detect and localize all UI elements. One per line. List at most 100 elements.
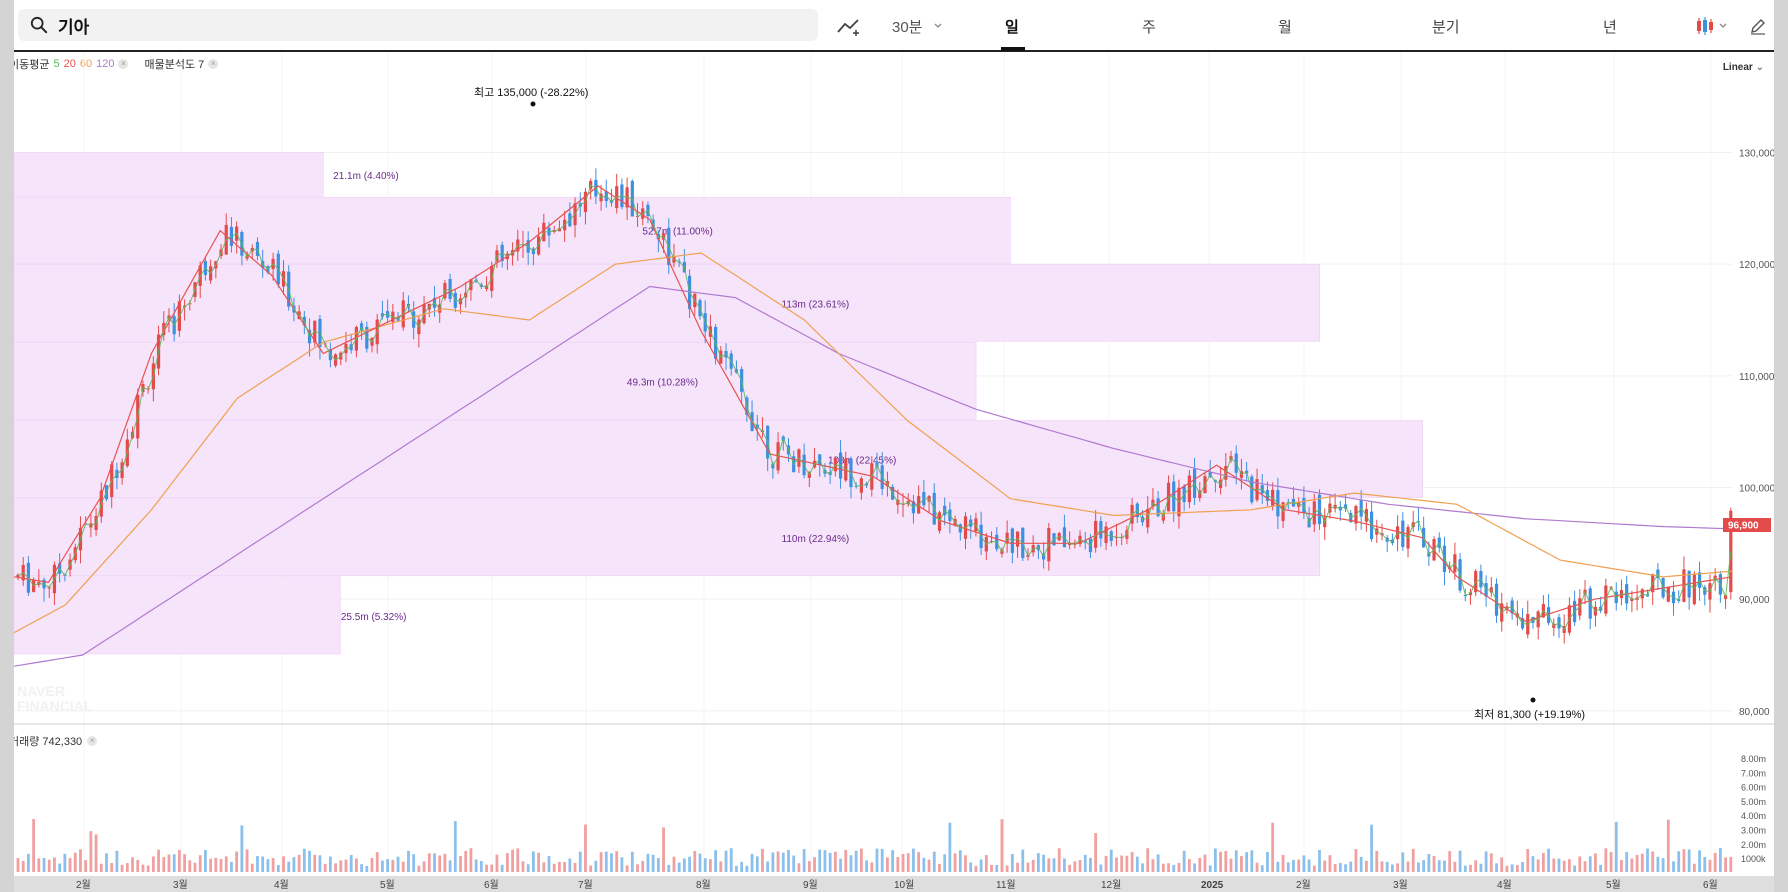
volume-bar: [1599, 864, 1603, 872]
volume-bar: [1036, 853, 1040, 872]
volume-bar: [172, 854, 176, 872]
volume-bar: [703, 858, 707, 872]
volume-bar: [370, 858, 374, 872]
volume-bar: [443, 853, 447, 872]
volume-bar: [1505, 865, 1509, 872]
volume-bar: [1125, 855, 1129, 872]
volume-bar: [505, 853, 509, 872]
volume-bar: [1541, 853, 1545, 872]
volume-bar: [797, 863, 801, 872]
volume-bar: [1172, 864, 1176, 872]
volume-legend: 거래량 742,330 ×: [14, 733, 98, 749]
volume-bar: [537, 852, 541, 872]
time-tick-label: 4월: [274, 879, 289, 891]
volume-bar: [412, 854, 416, 872]
volume-bar: [365, 865, 369, 872]
volume-bar: [958, 850, 962, 872]
volume-bar: [839, 858, 842, 872]
volume-bar: [1718, 848, 1722, 872]
volume-bar: [1609, 852, 1613, 872]
volume-bar: [219, 858, 223, 872]
volume-label[interactable]: 거래량 742,330: [14, 733, 82, 749]
volume-bar: [1005, 865, 1009, 872]
volume-bar: [1661, 858, 1665, 872]
volume-bar: [802, 849, 806, 872]
volume-bar: [1682, 849, 1686, 872]
volume-remove-icon[interactable]: ×: [87, 736, 98, 746]
volume-bar: [1594, 853, 1597, 872]
volume-bar: [630, 851, 634, 872]
volume-bar: [261, 856, 265, 872]
volume-bar: [1099, 864, 1103, 872]
volume-bar: [865, 860, 868, 872]
volume-bar: [1557, 858, 1561, 872]
volume-bar: [469, 848, 473, 872]
volume-bar: [719, 861, 723, 872]
volume-tick-label: 1000k: [1741, 854, 1766, 864]
volume-bar: [688, 856, 691, 872]
volume-axis: 8.00m 7.00m 6.00m 5.00m 4.00m 3.00m 2.00m 1000k: [1741, 754, 1766, 864]
chart-window: 기아 30분 일 주 월 분기 년 이동평균 5 20 60 120 × 매물분…: [14, 0, 1774, 892]
volume-bar: [651, 854, 655, 872]
volume-bar: [974, 865, 978, 872]
volume-bar: [1208, 865, 1212, 872]
volume-bar: [162, 857, 166, 872]
volume-bar: [105, 853, 108, 872]
volume-bar: [807, 861, 811, 872]
volume-bar: [1193, 863, 1196, 872]
volume-bar: [766, 861, 770, 872]
volume-bar: [401, 861, 405, 872]
volume-bar: [495, 854, 499, 872]
price-chart[interactable]: 21.1m (4.40%)52.7m (11.00%)113m (23.61%)…: [14, 0, 1774, 892]
volume-bar: [1370, 824, 1373, 872]
volume-bar: [1260, 865, 1264, 872]
volume-bar: [42, 857, 46, 872]
volume-bar: [641, 860, 645, 872]
time-tick-label: 4월: [1497, 879, 1512, 891]
volume-bar: [282, 856, 285, 872]
volume-bar: [589, 865, 593, 872]
volume-bar: [84, 860, 88, 872]
volume-bar: [1333, 864, 1337, 872]
volume-bar: [995, 864, 999, 872]
volume-bar: [1120, 855, 1124, 872]
volume-bar: [880, 848, 884, 872]
volume-bar: [932, 851, 936, 872]
volume-bar: [599, 852, 603, 872]
volume-bar: [1391, 864, 1394, 872]
volume-profile-label: 113m (23.61%): [782, 299, 850, 310]
volume-bar: [297, 854, 301, 872]
volume-bar: [859, 848, 863, 872]
volume-bar: [844, 849, 848, 872]
volume-bar: [813, 857, 816, 872]
volume-bar: [68, 858, 72, 872]
volume-bar: [1656, 856, 1660, 872]
volume-bar: [1484, 851, 1488, 872]
price-tick-label: 120,000: [1739, 260, 1774, 271]
volume-bar: [1510, 864, 1514, 872]
volume-bar: [568, 858, 572, 872]
volume-bar: [1302, 855, 1306, 872]
volume-bar: [1417, 862, 1420, 872]
volume-bar: [141, 864, 145, 872]
volume-bar: [682, 858, 686, 872]
volume-bars: [16, 819, 1733, 872]
volume-profile-label: 25.5m (5.32%): [341, 612, 407, 623]
volume-bar: [1375, 850, 1379, 872]
volume-bar: [230, 861, 233, 872]
low-marker: [1530, 697, 1536, 703]
volume-bar: [360, 864, 363, 872]
volume-bar: [667, 864, 671, 872]
volume-bar: [53, 857, 56, 872]
volume-bar: [1432, 856, 1436, 872]
volume-bar: [235, 851, 239, 872]
volume-bar: [1286, 862, 1290, 872]
volume-bar: [500, 864, 504, 872]
volume-bar: [1338, 863, 1342, 872]
volume-bar: [1687, 849, 1691, 872]
volume-bar: [1281, 854, 1285, 872]
volume-bar: [750, 853, 754, 872]
volume-bar: [1203, 854, 1207, 872]
volume-bar: [1630, 858, 1634, 872]
volume-bar: [37, 858, 41, 872]
